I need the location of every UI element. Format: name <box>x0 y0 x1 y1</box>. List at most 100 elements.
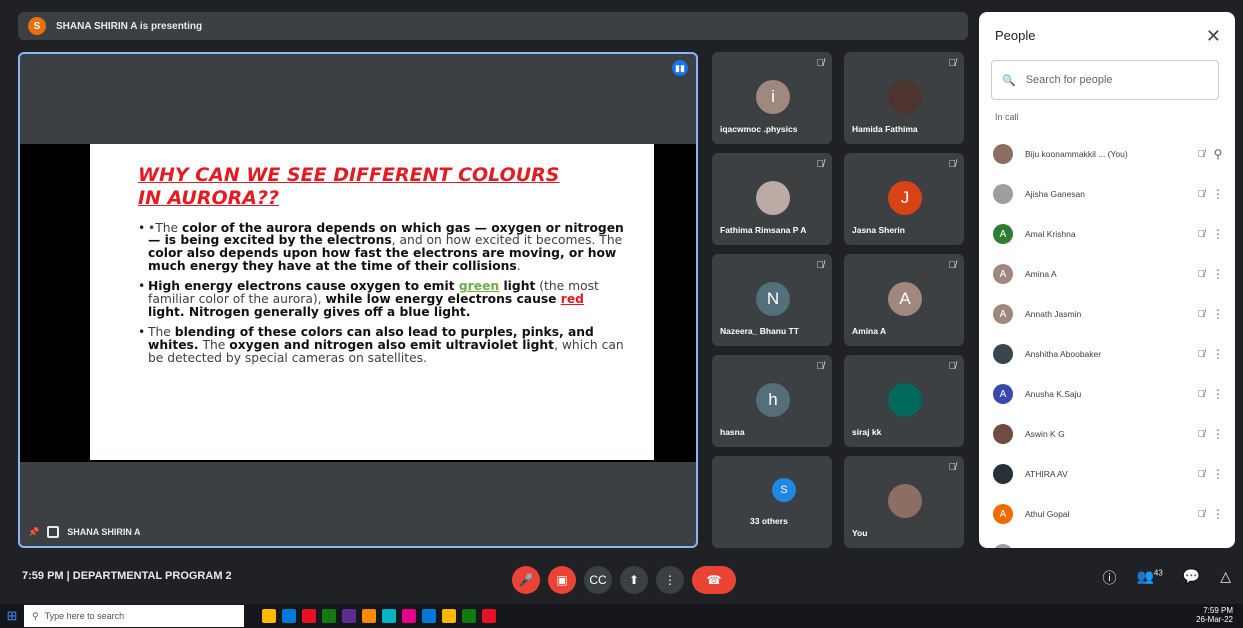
pin-icon[interactable]: ⚲ <box>1211 147 1225 161</box>
system-tray-clock[interactable]: 7:59 PM 26-Mar-22 <box>1196 606 1233 625</box>
participant-tile[interactable]: S 33 others <box>712 456 832 548</box>
participant-avatar <box>756 181 790 215</box>
person-name: ATHIRA AV <box>1025 469 1068 479</box>
people-list-item[interactable]: A Amina A 🎙̸ ⋮ <box>993 254 1225 294</box>
more-vert-icon[interactable]: ⋮ <box>1211 227 1225 241</box>
right-controls: ⓘ 👥43 💬 △ <box>1102 568 1231 588</box>
mic-muted-icon: 🎙̸ <box>948 58 957 69</box>
people-list-item[interactable]: A Athul Gopal 🎙̸ ⋮ <box>993 494 1225 534</box>
person-avatar: A <box>993 304 1013 324</box>
chat-icon[interactable]: 💬 <box>1183 568 1200 588</box>
more-vert-icon[interactable]: ⋮ <box>1211 267 1225 281</box>
app-icon[interactable] <box>422 609 436 623</box>
participant-tile[interactable]: 🎙̸ Fathima Rimsana P A <box>712 153 832 245</box>
search-people-input[interactable]: 🔍 Search for people <box>991 60 1219 100</box>
windows-taskbar: ⊞ ⚲ Type here to search 7:59 PM 26-Mar-2… <box>0 604 1243 628</box>
more-options-button[interactable]: ⋮ <box>656 566 684 594</box>
mic-muted-icon: 🎙̸ <box>948 159 957 170</box>
app-icon[interactable] <box>262 609 276 623</box>
pin-icon[interactable]: 📌 <box>28 527 39 538</box>
app-icon[interactable] <box>342 609 356 623</box>
taskbar-search[interactable]: ⚲ Type here to search <box>24 605 244 627</box>
people-list-item[interactable]: Aswin K G 🎙̸ ⋮ <box>993 414 1225 454</box>
control-bar: 7:59 PM | DEPARTMENTAL PROGRAM 2 🎤 ▣ CC … <box>0 552 1243 604</box>
people-list-item[interactable]: Babu Mk🎙̸⋮ <box>993 534 1225 548</box>
app-icon[interactable] <box>322 609 336 623</box>
participant-name: Nazeera_ Bhanu TT <box>720 326 799 336</box>
participant-tile[interactable]: 🎙̸ You <box>844 456 964 548</box>
people-title: People <box>995 28 1036 43</box>
mic-muted-icon: 🎙̸ <box>948 361 957 372</box>
presenter-label: 📌 SHANA SHIRIN A <box>28 526 141 538</box>
presenter-avatar: S <box>28 17 46 35</box>
more-vert-icon[interactable]: ⋮ <box>1211 507 1225 521</box>
more-vert-icon[interactable]: ⋮ <box>1211 307 1225 321</box>
app-icon[interactable] <box>382 609 396 623</box>
person-avatar <box>993 544 1013 548</box>
participant-tile[interactable]: 🎙̸ i iqacwmoc .physics <box>712 52 832 144</box>
people-list-item[interactable]: A Amal Krishna 🎙̸ ⋮ <box>993 214 1225 254</box>
taskbar-search-placeholder: Type here to search <box>44 611 125 621</box>
mic-muted-icon: 🎙̸ <box>816 361 825 372</box>
participant-name: Amina A <box>852 326 887 336</box>
person-name: Athul Gopal <box>1025 509 1070 519</box>
person-name: Aswin K G <box>1025 429 1065 439</box>
participant-name: hasna <box>720 427 745 437</box>
slide-text-run: red <box>560 291 584 306</box>
person-avatar <box>993 344 1013 364</box>
app-icon[interactable] <box>282 609 296 623</box>
app-icon[interactable] <box>462 609 476 623</box>
more-vert-icon[interactable]: ⋮ <box>1211 547 1225 548</box>
participant-name: You <box>852 528 868 538</box>
people-list-item[interactable]: A Annath Jasmin 🎙̸ ⋮ <box>993 294 1225 334</box>
mic-muted-icon: 🎙̸ <box>1197 468 1205 480</box>
person-avatar <box>993 424 1013 444</box>
participant-tile[interactable]: 🎙̸ J Jasna Sherin <box>844 153 964 245</box>
presentation-stage[interactable]: WHY CAN WE SEE DIFFERENT COLOURS IN AURO… <box>18 52 698 548</box>
app-icon[interactable] <box>402 609 416 623</box>
app-icon[interactable] <box>362 609 376 623</box>
participant-tile[interactable]: 🎙̸ N Nazeera_ Bhanu TT <box>712 254 832 346</box>
people-list-item[interactable]: Biju koonammakkil ... (You) 🎙̸ ⚲ <box>993 134 1225 174</box>
app-icon[interactable] <box>482 609 496 623</box>
participant-tile[interactable]: 🎙̸ Hamida Fathima <box>844 52 964 144</box>
participant-grid: 🎙̸ i iqacwmoc .physics 🎙̸ Hamida Fathima 🎙̸ Fa… <box>712 52 968 548</box>
mic-muted-icon: 🎙̸ <box>816 159 825 170</box>
windows-start-icon[interactable]: ⊞ <box>0 608 24 624</box>
people-list-item[interactable]: A Anusha K.Saju 🎙̸ ⋮ <box>993 374 1225 414</box>
mic-muted-icon: 🎙̸ <box>816 58 825 69</box>
mic-muted-icon: 🎙̸ <box>1197 148 1205 160</box>
more-vert-icon[interactable]: ⋮ <box>1211 187 1225 201</box>
people-list-item[interactable]: Anshitha Aboobaker 🎙̸ ⋮ <box>993 334 1225 374</box>
mic-off-button[interactable]: 🎤 <box>512 566 540 594</box>
activities-icon[interactable]: △ <box>1220 568 1231 588</box>
more-vert-icon[interactable]: ⋮ <box>1211 467 1225 481</box>
more-vert-icon[interactable]: ⋮ <box>1211 347 1225 361</box>
people-icon[interactable]: 👥43 <box>1136 568 1162 588</box>
more-vert-icon[interactable]: ⋮ <box>1211 427 1225 441</box>
presenting-text: SHANA SHIRIN A is presenting <box>56 20 203 32</box>
participant-name: 33 others <box>750 516 788 526</box>
mic-muted-icon: 🎙̸ <box>1197 228 1205 240</box>
more-vert-icon[interactable]: ⋮ <box>1211 387 1225 401</box>
participant-avatar: N <box>756 282 790 316</box>
people-list-item[interactable]: ATHIRA AV 🎙̸ ⋮ <box>993 454 1225 494</box>
person-avatar <box>993 464 1013 484</box>
participant-tile[interactable]: 🎙̸ siraj kk <box>844 355 964 447</box>
present-button[interactable]: ⬆ <box>620 566 648 594</box>
leave-call-button[interactable]: ☎ <box>692 566 736 594</box>
app-icon[interactable] <box>302 609 316 623</box>
mic-muted-icon: 🎙̸ <box>1197 348 1205 360</box>
participant-tile[interactable]: 🎙̸ A Amina A <box>844 254 964 346</box>
participant-tile[interactable]: 🎙̸ h hasna <box>712 355 832 447</box>
camera-off-button[interactable]: ▣ <box>548 566 576 594</box>
app-icon[interactable] <box>442 609 456 623</box>
captions-button[interactable]: CC <box>584 566 612 594</box>
info-icon[interactable]: ⓘ <box>1102 568 1116 588</box>
people-list-item[interactable]: Ajisha Ganesan 🎙̸ ⋮ <box>993 174 1225 214</box>
participant-name: Fathima Rimsana P A <box>720 225 807 235</box>
present-icon <box>47 526 60 538</box>
participant-name: Hamida Fathima <box>852 124 918 134</box>
close-icon[interactable]: ✕ <box>1206 26 1221 47</box>
slide-title: WHY CAN WE SEE DIFFERENT COLOURS IN AURO… <box>138 164 560 209</box>
